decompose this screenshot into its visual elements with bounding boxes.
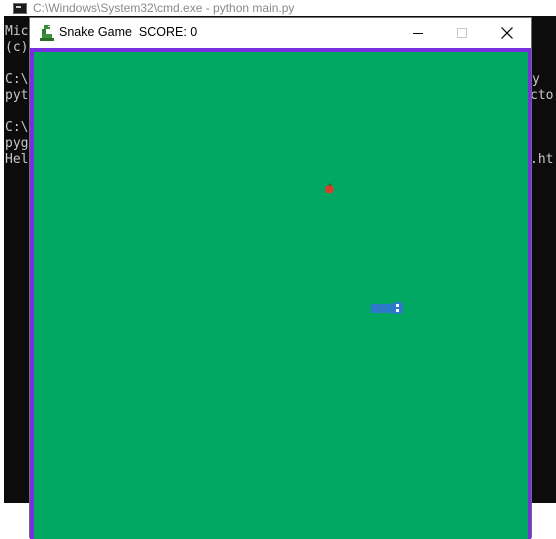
console-line: Mic (5, 24, 29, 39)
snake-head (393, 302, 403, 314)
console-line: pyt (5, 88, 29, 103)
cmd-window-title: C:\Windows\System32\cmd.exe - python mai… (33, 1, 295, 15)
close-icon (501, 27, 513, 39)
game-canvas[interactable] (30, 48, 531, 539)
cmd-titlebar[interactable]: C:\Windows\System32\cmd.exe - python mai… (0, 0, 556, 16)
maximize-button[interactable] (440, 18, 484, 48)
console-line: (c) (5, 40, 29, 55)
console-line-fragment: cto (530, 88, 554, 103)
snake-eye (396, 304, 399, 307)
console-line: pyg (5, 136, 29, 151)
console-line: C:\ (5, 72, 29, 87)
console-icon (13, 2, 27, 14)
console-line-fragment: y (532, 72, 540, 87)
game-window-title: Snake Game SCORE: 0 (59, 25, 198, 39)
snake-body (371, 304, 393, 313)
snake-game-window: Snake Game SCORE: 0 (29, 17, 532, 539)
apple-icon (325, 183, 334, 194)
playfield (34, 52, 528, 539)
minimize-button[interactable] (396, 18, 440, 48)
python-snake-icon (40, 25, 54, 41)
snake-eye (396, 309, 399, 312)
close-button[interactable] (485, 18, 529, 48)
console-line: C:\ (5, 120, 29, 135)
maximize-icon (457, 28, 467, 38)
game-titlebar[interactable]: Snake Game SCORE: 0 (30, 18, 531, 48)
console-line: Hel (5, 152, 29, 167)
console-line-fragment: .ht (530, 152, 554, 167)
minimize-icon (413, 32, 423, 34)
